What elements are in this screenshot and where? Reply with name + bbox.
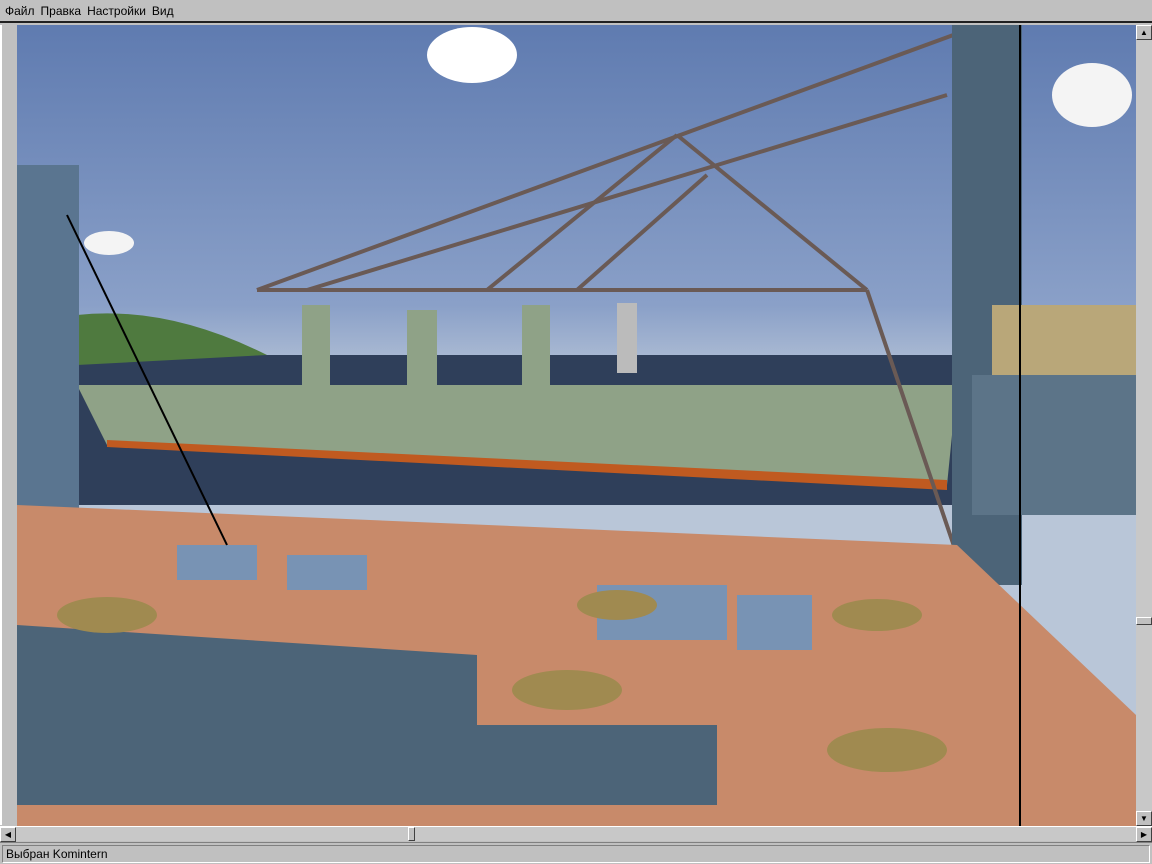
cloud — [1052, 63, 1132, 127]
menu-view[interactable]: Вид — [152, 4, 174, 18]
menu-edit[interactable]: Правка — [41, 4, 82, 18]
menu-bar: Файл Правка Настройки Вид — [0, 0, 1152, 23]
menu-file[interactable]: Файл — [5, 4, 35, 18]
vertical-scroll-thumb[interactable] — [1136, 617, 1152, 625]
status-bar: Выбран Komintern — [0, 842, 1152, 864]
cloud — [84, 231, 134, 255]
scroll-right-button[interactable]: ▶ — [1136, 827, 1152, 842]
scroll-left-button[interactable]: ◀ — [0, 827, 16, 842]
viewport-frame — [0, 25, 17, 825]
menu-settings[interactable]: Настройки — [87, 4, 146, 18]
3d-viewport[interactable] — [17, 25, 1136, 826]
horizontal-scroll-thumb[interactable] — [408, 827, 415, 841]
status-text: Выбран Komintern — [2, 845, 1150, 863]
vertical-scrollbar[interactable]: ▲ ▼ — [1136, 25, 1152, 826]
horizontal-scrollbar[interactable]: ◀ ▶ — [0, 826, 1152, 842]
scene-render — [17, 25, 1136, 826]
cloud — [427, 27, 517, 83]
scroll-up-button[interactable]: ▲ — [1136, 25, 1152, 40]
scroll-down-button[interactable]: ▼ — [1136, 811, 1152, 826]
